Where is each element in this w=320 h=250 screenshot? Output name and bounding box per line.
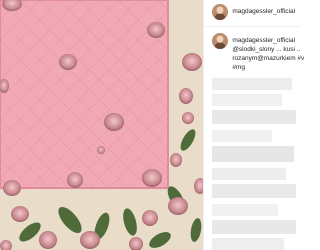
post-photo-image <box>0 0 204 250</box>
caption-username[interactable]: magdagessler_official <box>232 37 295 44</box>
caption-line: rozanym@mazurkiem #v <box>232 55 305 62</box>
post-header: magdagessler_official <box>204 0 301 27</box>
blurred-comments <box>212 78 297 250</box>
avatar[interactable] <box>212 4 229 20</box>
post-photo[interactable] <box>0 0 204 250</box>
post-sidebar: magdagessler_official magdagessler_offic… <box>203 0 304 250</box>
caption-avatar-image <box>212 33 229 49</box>
avatar-image <box>212 4 229 20</box>
instagram-post: magdagessler_official magdagessler_offic… <box>0 0 304 250</box>
caption-line: @slodki_slony ... kusi .. <box>232 46 301 53</box>
caption-avatar[interactable] <box>212 33 229 49</box>
caption-line: #mg <box>232 64 245 71</box>
header-username[interactable]: magdagessler_official <box>232 8 295 15</box>
